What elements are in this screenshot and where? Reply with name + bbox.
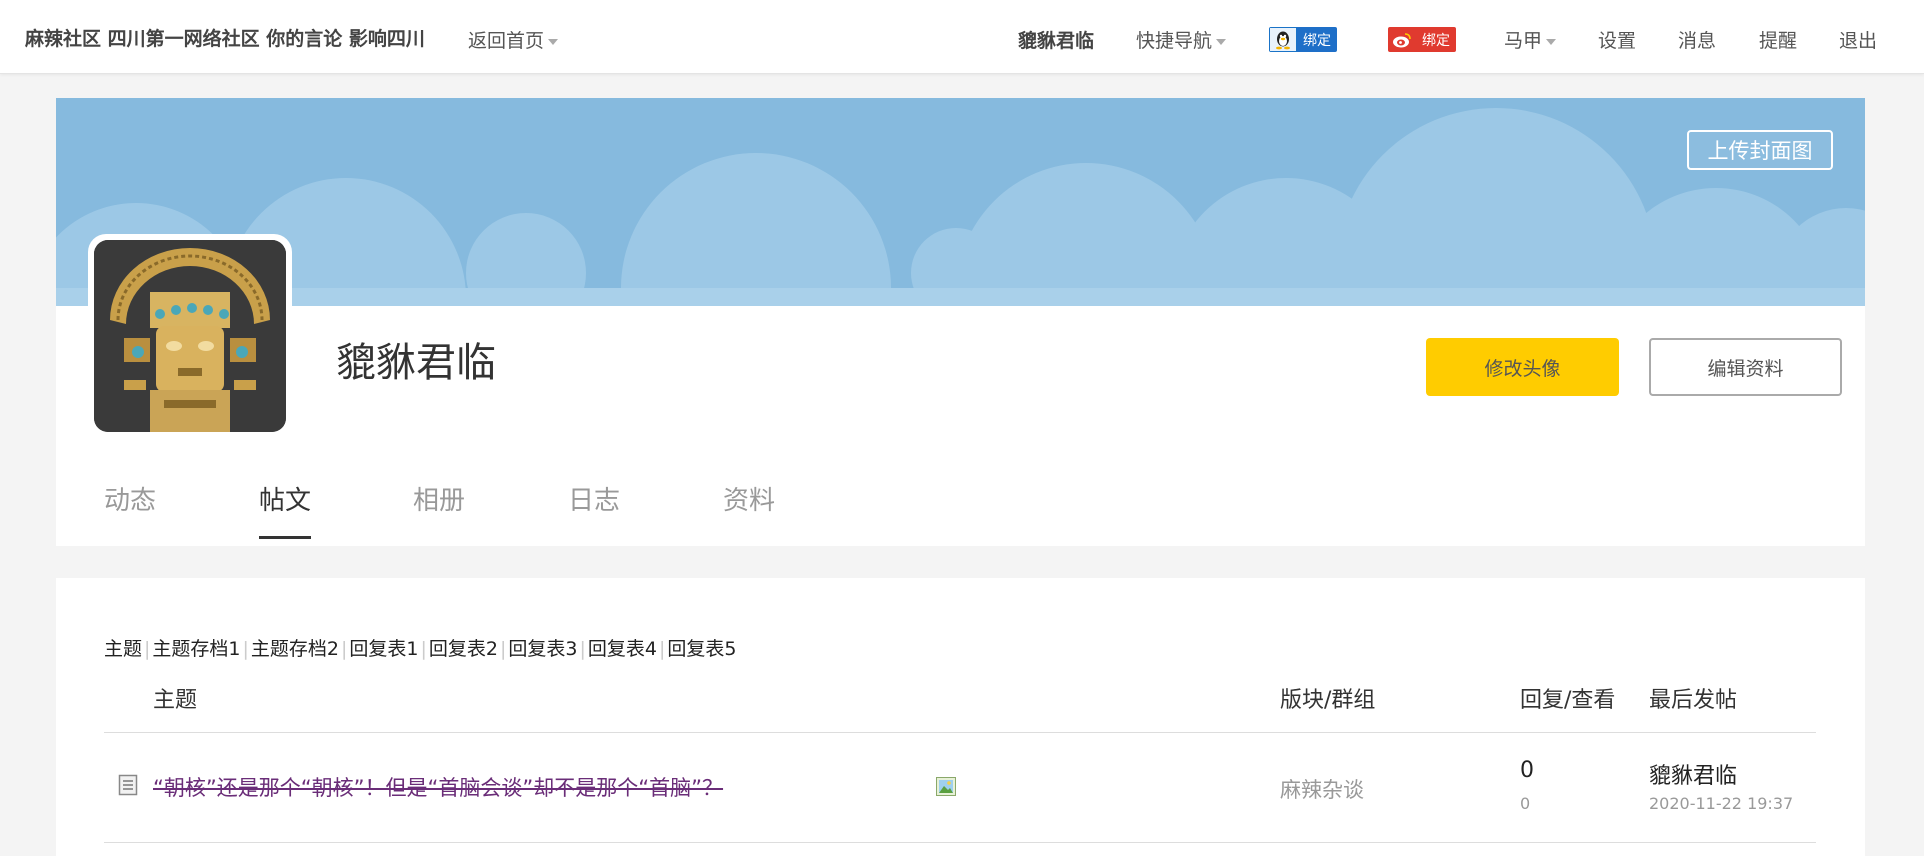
reminders-link[interactable]: 提醒 — [1759, 26, 1797, 53]
chevron-down-icon — [1216, 38, 1227, 45]
separator: | — [500, 638, 507, 660]
tab-blog[interactable]: 日志 — [568, 480, 620, 517]
post-table-switcher: 主题 | 主题存档1 | 主题存档2 | 回复表1 | 回复表2 | 回复表3 | 回复表4 | 回复表5 — [104, 634, 737, 661]
separator: | — [341, 638, 348, 660]
golden-idol-image — [94, 240, 286, 432]
cloud-background — [56, 98, 1865, 306]
quick-nav-menu[interactable]: 快捷导航 — [1136, 26, 1227, 53]
separator: | — [420, 638, 427, 660]
change-avatar-button[interactable]: 修改头像 — [1426, 338, 1619, 396]
weibo-icon — [1388, 27, 1416, 52]
column-header-forum: 版块/群组 — [1280, 688, 1376, 713]
forum-link[interactable]: 麻辣杂谈 — [1280, 774, 1364, 804]
top-navigation-bar: 麻辣社区 四川第一网络社区 你的言论 影响四川 返回首页 貔貅君临 快捷导航 绑… — [0, 0, 1924, 74]
last-post-time: 2020-11-22 19:37 — [1649, 794, 1794, 813]
messages-link[interactable]: 消息 — [1678, 26, 1716, 53]
profile-card: 上传封面图 貔貅君临 修改头像 编辑资料 动态 帖文 相册 日志 资料 — [56, 98, 1865, 546]
qq-bind-button[interactable]: 绑定 — [1269, 27, 1337, 52]
chevron-down-icon — [548, 38, 559, 45]
column-header-replies-views: 回复/查看 — [1520, 688, 1616, 713]
chevron-down-icon — [1546, 38, 1557, 45]
profile-username: 貔貅君临 — [336, 340, 496, 386]
weibo-bind-button[interactable]: 绑定 — [1388, 27, 1456, 52]
header-divider — [104, 732, 1816, 733]
view-count: 0 — [1520, 794, 1531, 813]
posts-panel: 主题 | 主题存档1 | 主题存档2 | 回复表1 | 回复表2 | 回复表3 | 回复表4 | 回复表5 … — [56, 578, 1865, 856]
separator: | — [242, 638, 249, 660]
avatar[interactable] — [94, 240, 286, 432]
settings-link[interactable]: 设置 — [1598, 26, 1636, 53]
upload-cover-button[interactable]: 上传封面图 — [1687, 130, 1833, 170]
separator: | — [659, 638, 666, 660]
thread-title-link[interactable]: “朝核”还是那个“朝核”！但是“首脑会谈”却不是那个“首脑”？ — [153, 772, 723, 802]
subtab-reply-table-4[interactable]: 回复表4 — [588, 638, 657, 660]
avatar-frame — [88, 234, 292, 438]
qq-bind-label: 绑定 — [1297, 27, 1337, 52]
row-divider — [104, 842, 1816, 843]
edit-profile-button[interactable]: 编辑资料 — [1649, 338, 1842, 396]
site-title[interactable]: 麻辣社区 四川第一网络社区 你的言论 影响四川 — [25, 24, 425, 51]
profile-tabs: 动态 帖文 相册 日志 资料 — [56, 470, 1865, 546]
back-home-label: 返回首页 — [468, 30, 545, 52]
separator: | — [579, 638, 586, 660]
majia-label: 马甲 — [1504, 30, 1543, 52]
logout-link[interactable]: 退出 — [1839, 26, 1877, 53]
separator: | — [144, 638, 151, 660]
subtab-reply-table-2[interactable]: 回复表2 — [429, 638, 498, 660]
last-poster-link[interactable]: 貔貅君临 — [1649, 758, 1737, 790]
active-tab-indicator — [259, 536, 311, 539]
tab-posts[interactable]: 帖文 — [259, 480, 311, 517]
cover-image: 上传封面图 — [56, 98, 1865, 306]
back-home-menu[interactable]: 返回首页 — [468, 26, 559, 53]
image-attachment-icon — [936, 777, 956, 796]
column-header-last-post: 最后发帖 — [1649, 688, 1738, 713]
subtab-reply-table-3[interactable]: 回复表3 — [508, 638, 577, 660]
qq-penguin-icon — [1269, 27, 1297, 52]
column-header-topic: 主题 — [153, 688, 198, 713]
subtab-topics[interactable]: 主题 — [104, 638, 142, 660]
subtab-topic-archive-2[interactable]: 主题存档2 — [251, 638, 339, 660]
document-icon — [118, 774, 138, 800]
tab-profile-info[interactable]: 资料 — [723, 480, 775, 517]
tab-albums[interactable]: 相册 — [413, 480, 465, 517]
subtab-reply-table-1[interactable]: 回复表1 — [349, 638, 418, 660]
quick-nav-label: 快捷导航 — [1136, 30, 1213, 52]
tab-activity[interactable]: 动态 — [104, 480, 156, 517]
subtab-reply-table-5[interactable]: 回复表5 — [667, 638, 736, 660]
current-user-link[interactable]: 貔貅君临 — [1018, 26, 1094, 53]
subtab-topic-archive-1[interactable]: 主题存档1 — [152, 638, 240, 660]
reply-count: 0 — [1520, 758, 1534, 783]
majia-menu[interactable]: 马甲 — [1504, 26, 1557, 53]
weibo-bind-label: 绑定 — [1416, 27, 1456, 52]
